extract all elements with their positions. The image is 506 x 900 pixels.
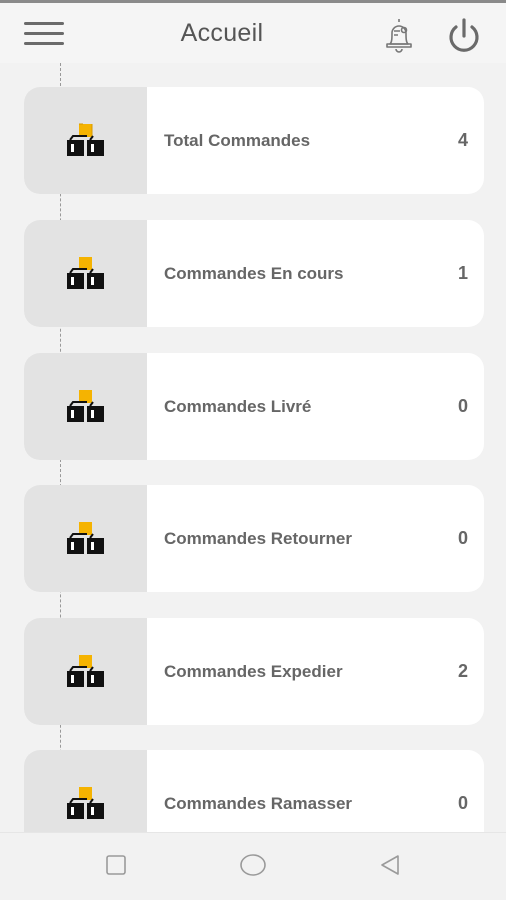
- card-label: Commandes Expedier: [164, 661, 343, 681]
- card-commandes-livre[interactable]: Commandes Livré 0: [24, 353, 484, 460]
- card-commandes-expedier[interactable]: Commandes Expedier 2: [24, 618, 484, 725]
- card-count: 4: [457, 130, 468, 150]
- card-total-commandes[interactable]: Total Commandes 4: [24, 87, 484, 194]
- card-thumbnail: [24, 220, 147, 327]
- card-label: Commandes Livré: [164, 396, 312, 416]
- card-thumbnail: [24, 485, 147, 592]
- card-count: 1: [457, 263, 468, 283]
- boxes-icon: [67, 257, 104, 289]
- android-navigation-bar: [0, 832, 506, 900]
- boxes-icon: [67, 390, 104, 422]
- power-icon[interactable]: [442, 15, 486, 57]
- boxes-icon: [67, 655, 104, 687]
- card-label: Commandes Retourner: [164, 528, 352, 548]
- card-thumbnail: [24, 353, 147, 460]
- boxes-icon: [67, 123, 104, 156]
- card-label: Commandes En cours: [164, 263, 344, 283]
- card-thumbnail: [24, 87, 147, 194]
- app-header: Accueil: [0, 3, 506, 63]
- recents-square-icon[interactable]: [104, 853, 128, 882]
- home-circle-icon[interactable]: [239, 853, 267, 882]
- back-triangle-icon[interactable]: [378, 853, 402, 882]
- card-commandes-retourner[interactable]: Commandes Retourner 0: [24, 485, 484, 592]
- boxes-icon: [67, 787, 104, 819]
- card-count: 2: [457, 661, 468, 681]
- card-count: 0: [457, 528, 468, 548]
- card-commandes-en-cours[interactable]: Commandes En cours 1: [24, 220, 484, 327]
- card-count: 0: [457, 396, 468, 416]
- notification-bell-icon[interactable]: [378, 14, 420, 56]
- card-label: Total Commandes: [164, 130, 311, 150]
- card-thumbnail: [24, 618, 147, 725]
- boxes-icon: [67, 522, 104, 554]
